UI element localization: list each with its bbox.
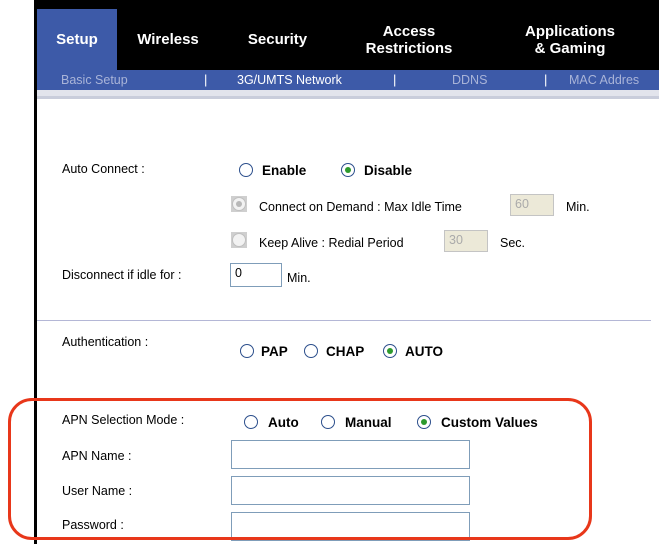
auth-auto-label: AUTO xyxy=(405,344,444,359)
connect-on-demand-radio[interactable] xyxy=(232,197,246,211)
max-idle-time-input[interactable]: 60 xyxy=(510,194,554,216)
auto-connect-disable-radio[interactable] xyxy=(341,163,355,177)
header-band-shadow xyxy=(37,96,659,99)
disconnect-idle-unit: Min. xyxy=(287,271,311,285)
auto-connect-label: Auto Connect : xyxy=(62,162,145,176)
auth-chap-radio[interactable] xyxy=(304,344,318,358)
auto-connect-disable-label: Disable xyxy=(364,163,413,178)
subnav-separator: | xyxy=(544,72,548,87)
subnav-mac-address[interactable]: MAC Addres xyxy=(569,70,639,90)
section-divider xyxy=(37,320,651,321)
connect-on-demand-label: Connect on Demand : Max Idle Time xyxy=(259,200,462,214)
auth-pap-radio[interactable] xyxy=(240,344,254,358)
tab-access-restrictions[interactable]: Access Restrictions xyxy=(336,9,482,70)
subnav-basic-setup[interactable]: Basic Setup xyxy=(61,70,128,90)
tab-applications-gaming[interactable]: Applications & Gaming xyxy=(482,9,658,70)
subnav-ddns[interactable]: DDNS xyxy=(452,70,487,90)
redial-period-input[interactable]: 30 xyxy=(444,230,488,252)
disconnect-idle-input[interactable]: 0 xyxy=(230,263,282,287)
tab-setup[interactable]: Setup xyxy=(37,9,117,70)
subnav-separator: | xyxy=(393,72,397,87)
auth-pap-label: PAP xyxy=(261,344,288,359)
keep-alive-radio[interactable] xyxy=(232,233,246,247)
tab-security[interactable]: Security xyxy=(219,9,336,70)
auto-connect-enable-radio[interactable] xyxy=(239,163,253,177)
sub-nav: Basic Setup | 3G/UMTS Network | DDNS | M… xyxy=(37,70,659,90)
subnav-3g-umts-network[interactable]: 3G/UMTS Network xyxy=(237,70,342,90)
apn-highlight-annotation xyxy=(8,398,592,540)
authentication-label: Authentication : xyxy=(62,335,149,349)
main-nav: Setup Wireless Security Access Restricti… xyxy=(37,9,659,70)
auth-auto-radio[interactable] xyxy=(383,344,397,358)
auto-connect-enable-label: Enable xyxy=(262,163,307,178)
tab-wireless[interactable]: Wireless xyxy=(117,9,219,70)
auth-chap-label: CHAP xyxy=(326,344,365,359)
keep-alive-label: Keep Alive : Redial Period xyxy=(259,236,404,250)
disconnect-idle-label: Disconnect if idle for : xyxy=(62,268,182,282)
max-idle-time-unit: Min. xyxy=(566,200,590,214)
subnav-separator: | xyxy=(204,72,208,87)
redial-period-unit: Sec. xyxy=(500,236,526,250)
